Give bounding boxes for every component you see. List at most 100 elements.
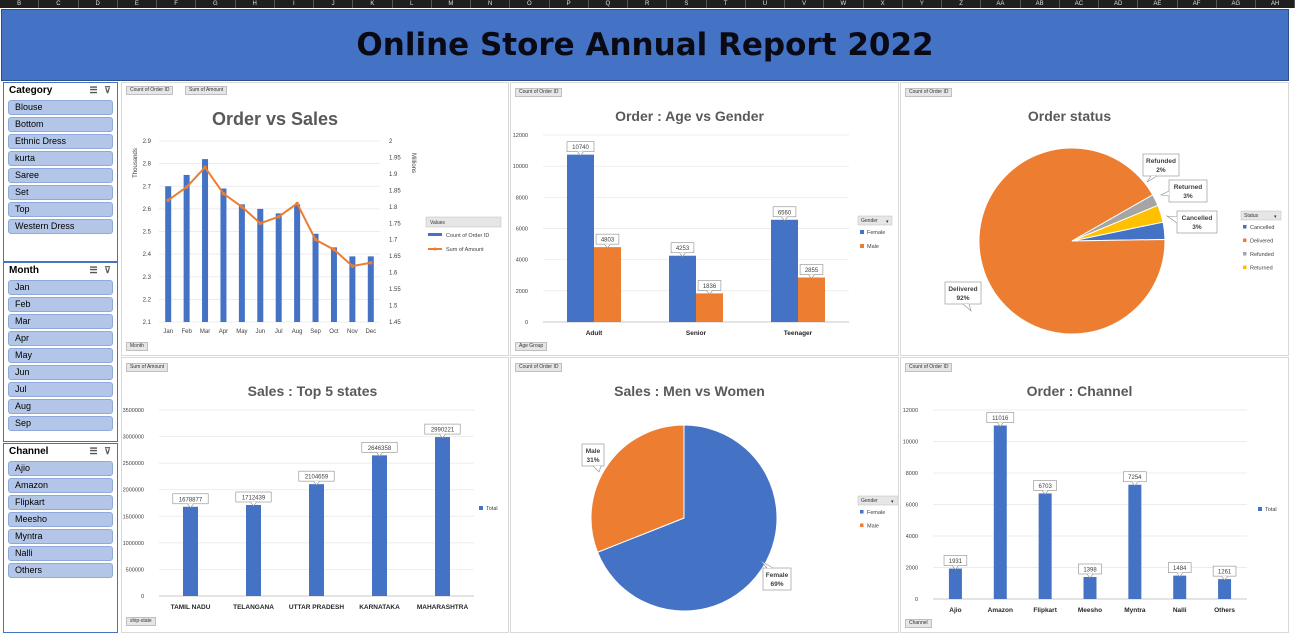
data-label-pointer — [1165, 215, 1178, 224]
multi-select-icon[interactable]: ☰ — [88, 85, 99, 95]
multi-select-icon[interactable]: ☰ — [88, 265, 99, 275]
bar-total — [183, 506, 198, 596]
slicer-item-mar[interactable]: Mar — [8, 314, 113, 329]
column-header[interactable]: U — [746, 0, 785, 8]
column-header[interactable]: AE — [1138, 0, 1178, 8]
column-header[interactable]: AC — [1060, 0, 1099, 8]
slicer-item-myntra[interactable]: Myntra — [8, 529, 113, 544]
slicer-item-flipkart[interactable]: Flipkart — [8, 495, 113, 510]
x-tick-label: Myntra — [1124, 607, 1146, 614]
column-header[interactable]: G — [196, 0, 236, 8]
column-header[interactable]: Q — [589, 0, 628, 8]
men-vs-women-chart[interactable]: Count of Order ID Sales : Men vs Women F… — [510, 357, 899, 633]
column-header[interactable]: S — [667, 0, 707, 8]
column-header[interactable]: V — [785, 0, 825, 8]
column-header[interactable]: M — [432, 0, 471, 8]
slicer-item-ajio[interactable]: Ajio — [8, 461, 113, 476]
slicer-item-aug[interactable]: Aug — [8, 399, 113, 414]
column-header[interactable]: AH — [1256, 0, 1295, 8]
column-header[interactable]: K — [353, 0, 393, 8]
column-header[interactable]: W — [824, 0, 864, 8]
column-header[interactable]: Y — [903, 0, 942, 8]
y-tick-label: 0 — [915, 597, 918, 603]
slicer-item-bottom[interactable]: Bottom — [8, 117, 113, 132]
slicer-item-jul[interactable]: Jul — [8, 382, 113, 397]
column-header[interactable]: AF — [1178, 0, 1217, 8]
column-header[interactable]: O — [510, 0, 550, 8]
field-button-ship-state[interactable]: ship-state — [126, 617, 156, 626]
bar-total — [372, 455, 387, 596]
age-vs-gender-chart[interactable]: Count of Order ID Order : Age vs Gender … — [510, 82, 899, 356]
slicer-item-nalli[interactable]: Nalli — [8, 546, 113, 561]
slicer-item-kurta[interactable]: kurta — [8, 151, 113, 166]
slicer-item-set[interactable]: Set — [8, 185, 113, 200]
slicer-item-blouse[interactable]: Blouse — [8, 100, 113, 115]
y-tick-label: 0 — [525, 320, 528, 326]
column-header[interactable]: I — [275, 0, 314, 8]
data-label: 4803 — [601, 238, 615, 244]
column-header[interactable]: B — [0, 0, 40, 8]
column-header[interactable]: X — [864, 0, 903, 8]
column-header[interactable]: D — [79, 0, 118, 8]
column-header[interactable]: AG — [1217, 0, 1256, 8]
x-tick-label: Sep — [310, 329, 321, 335]
x-tick-label: TELANGANA — [233, 604, 274, 611]
month-slicer[interactable]: Month ☰ ⊽ Jan Feb Mar Apr May Jun Jul Aug Sep — [3, 262, 118, 442]
slicer-item-apr[interactable]: Apr — [8, 331, 113, 346]
data-label-name: Returned — [1174, 184, 1203, 191]
line-point — [166, 198, 171, 203]
slicer-item-jan[interactable]: Jan — [8, 280, 113, 295]
column-header[interactable]: N — [471, 0, 511, 8]
column-header[interactable]: Z — [942, 0, 982, 8]
column-header[interactable]: AA — [981, 0, 1021, 8]
y-tick-label: 10000 — [903, 440, 918, 446]
y-tick-label: 3000000 — [123, 435, 144, 441]
clear-filter-icon[interactable]: ⊽ — [102, 265, 113, 275]
order-channel-chart[interactable]: Count of Order ID Order : Channel 0 2000 4… — [900, 357, 1289, 633]
slicer-item-western-dress[interactable]: Western Dress — [8, 219, 113, 234]
column-header[interactable]: AB — [1021, 0, 1060, 8]
multi-select-icon[interactable]: ☰ — [88, 446, 99, 456]
legend-label: Male — [867, 244, 879, 250]
slicer-item-jun[interactable]: Jun — [8, 365, 113, 380]
column-header[interactable]: C — [39, 0, 79, 8]
x-tick-label: Nalli — [1173, 607, 1187, 614]
column-header[interactable]: F — [157, 0, 197, 8]
top-states-chart[interactable]: Sum of Amount Sales : Top 5 states 0 5000… — [121, 357, 509, 633]
slicer-item-amazon[interactable]: Amazon — [8, 478, 113, 493]
slicer-item-feb[interactable]: Feb — [8, 297, 113, 312]
column-header[interactable]: AD — [1099, 0, 1139, 8]
slicer-item-sep[interactable]: Sep — [8, 416, 113, 431]
column-header[interactable]: R — [628, 0, 668, 8]
line-sum-amount — [167, 165, 371, 268]
column-header[interactable]: H — [236, 0, 275, 8]
slicer-item-others[interactable]: Others — [8, 563, 113, 578]
field-button-age-group[interactable]: Age Group — [515, 342, 548, 351]
clear-filter-icon[interactable]: ⊽ — [102, 446, 113, 456]
slicer-item-may[interactable]: May — [8, 348, 113, 363]
slicer-item-meesho[interactable]: Meesho — [8, 512, 113, 527]
data-label-name: Male — [586, 448, 601, 455]
legend-label: Sum of Amount — [446, 247, 484, 253]
bar-order-count — [165, 186, 172, 322]
field-button-month[interactable]: Month — [126, 342, 148, 351]
slicer-item-top[interactable]: Top — [8, 202, 113, 217]
column-header[interactable]: J — [314, 0, 354, 8]
y-tick-label: 2000 — [906, 566, 918, 572]
column-header[interactable]: P — [550, 0, 589, 8]
x-tick-label: Dec — [365, 329, 376, 335]
order-status-chart[interactable]: Count of Order ID Order status Cancelled… — [900, 82, 1289, 356]
bar-total — [948, 568, 962, 599]
clear-filter-icon[interactable]: ⊽ — [102, 85, 113, 95]
field-button-channel[interactable]: Channel — [905, 619, 932, 628]
order-vs-sales-chart[interactable]: Count of Order ID Sum of Amount Order vs… — [121, 82, 509, 356]
slicer-item-ethnic-dress[interactable]: Ethnic Dress — [8, 134, 113, 149]
column-header[interactable]: E — [118, 0, 157, 8]
column-header[interactable]: L — [393, 0, 432, 8]
bar-order-count — [202, 159, 209, 322]
y2-tick-label: 1.65 — [389, 254, 401, 260]
category-slicer[interactable]: Category ☰ ⊽ Blouse Bottom Ethnic Dress kurt… — [3, 82, 118, 262]
channel-slicer[interactable]: Channel ☰ ⊽ Ajio Amazon Flipkart Meesho Myntr… — [3, 443, 118, 633]
slicer-item-saree[interactable]: Saree — [8, 168, 113, 183]
column-header[interactable]: T — [707, 0, 746, 8]
